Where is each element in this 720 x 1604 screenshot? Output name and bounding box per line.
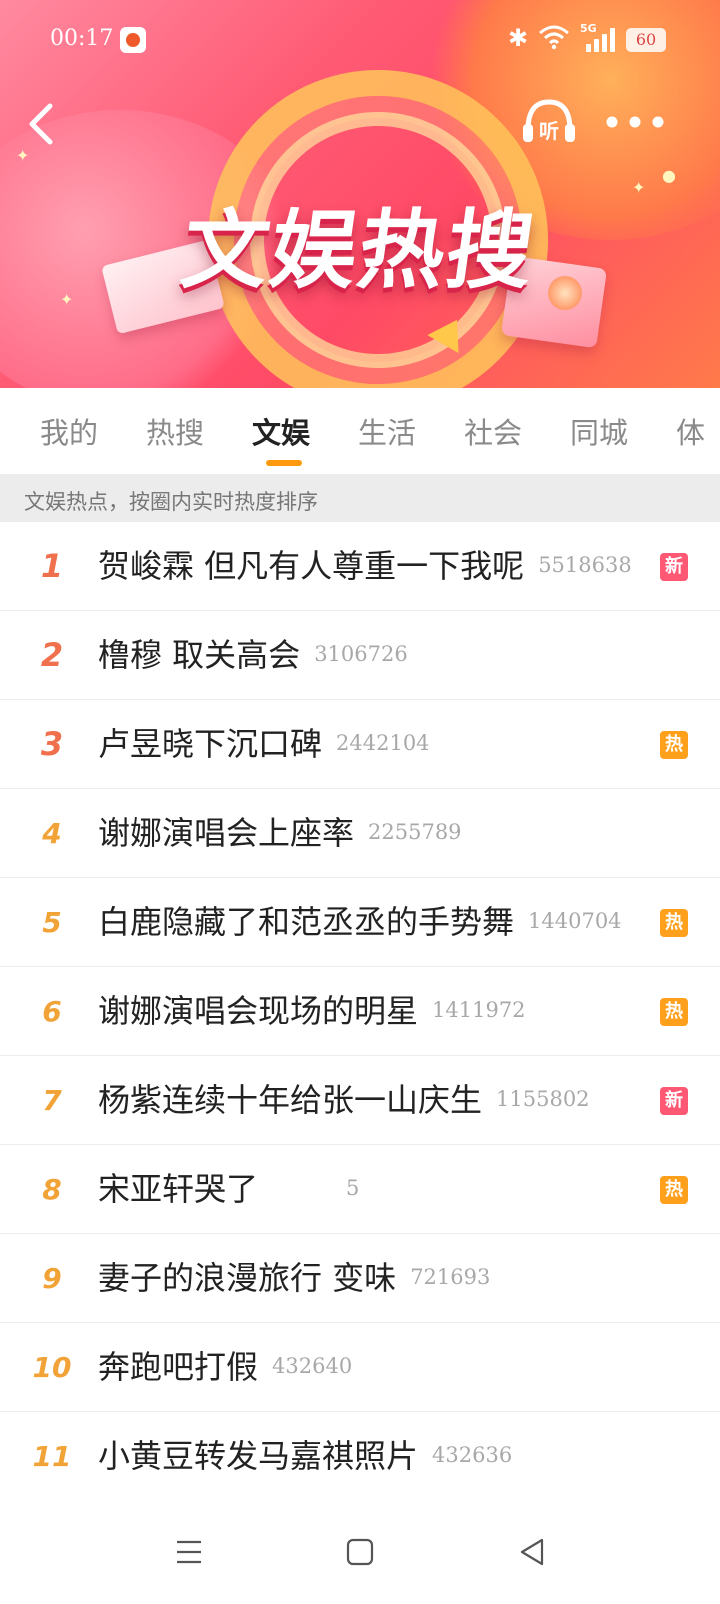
triangle-back-icon xyxy=(520,1538,544,1566)
item-title: 杨紫连续十年给张一山庆生 1155802 xyxy=(98,1056,590,1145)
tab-entertainment[interactable]: 文娱 xyxy=(252,410,310,452)
list-item[interactable]: 1 贺峻霖 但凡有人尊重一下我呢 5518638 新 xyxy=(0,522,720,611)
item-title: 贺峻霖 但凡有人尊重一下我呢 5518638 xyxy=(98,522,632,611)
menu-icon xyxy=(177,1540,201,1564)
signal-icon xyxy=(582,28,616,52)
rank-number: 11 xyxy=(32,1440,72,1473)
rank-number: 6 xyxy=(42,995,62,1028)
heat-count: 5 xyxy=(346,1176,360,1200)
battery-indicator: 60 xyxy=(626,28,666,52)
list-item[interactable]: 4 谢娜演唱会上座率 2255789 xyxy=(0,789,720,878)
section-hint: 文娱热点，按圈内实时热度排序 xyxy=(0,474,720,522)
square-home-icon xyxy=(346,1538,374,1566)
rank-number: 1 xyxy=(40,547,64,585)
sparkle-icon: ● xyxy=(662,166,676,185)
rank-number: 5 xyxy=(42,906,62,939)
item-title: 小黄豆转发马嘉祺照片 432636 xyxy=(98,1412,512,1501)
more-dots-icon xyxy=(606,116,664,128)
hot-badge: 热 xyxy=(660,909,688,937)
item-title: 谢娜演唱会现场的明星 1411972 xyxy=(98,967,526,1056)
sparkle-icon: ✦ xyxy=(632,178,646,197)
headphones-icon: 听 xyxy=(523,99,575,143)
item-title: 卢昱晓下沉口碑 2442104 xyxy=(98,700,430,789)
heat-count: 1411972 xyxy=(432,998,526,1022)
list-item[interactable]: 11 小黄豆转发马嘉祺照片 432636 xyxy=(0,1412,720,1501)
header-banner: ✦ ✦ ✦ ● 文娱热搜 00:17 ✱ 5G 60 听 xyxy=(0,0,720,388)
page-title: 文娱热搜 xyxy=(175,201,542,301)
rank-number: 3 xyxy=(40,725,64,763)
heat-count: 721693 xyxy=(410,1265,491,1289)
list-item[interactable]: 5 白鹿隐藏了和范丞丞的手势舞 1440704 热 xyxy=(0,878,720,967)
heat-count: 2442104 xyxy=(336,731,430,755)
rank-number: 9 xyxy=(42,1262,62,1295)
list-item[interactable]: 8 宋亚轩哭了 5 热 xyxy=(0,1145,720,1234)
more-button[interactable] xyxy=(600,108,670,136)
home-button[interactable] xyxy=(338,1530,382,1574)
item-title: 橹穆 取关高会 3106726 xyxy=(98,611,408,700)
system-back-button[interactable] xyxy=(510,1530,554,1574)
item-title: 宋亚轩哭了 5 xyxy=(98,1145,359,1234)
item-title: 白鹿隐藏了和范丞丞的手势舞 1440704 xyxy=(98,878,622,967)
app-notification-icon xyxy=(120,27,146,53)
heat-count: 432640 xyxy=(272,1354,353,1378)
tab-hot-search[interactable]: 热搜 xyxy=(146,410,204,452)
heat-count: 432636 xyxy=(432,1443,513,1467)
recent-apps-button[interactable] xyxy=(167,1530,211,1574)
list-item[interactable]: 3 卢昱晓下沉口碑 2442104 热 xyxy=(0,700,720,789)
tab-local[interactable]: 同城 xyxy=(570,410,628,452)
rank-number: 7 xyxy=(42,1084,62,1117)
rank-number: 8 xyxy=(42,1173,62,1206)
heat-count: 5518638 xyxy=(538,553,632,577)
list-item[interactable]: 6 谢娜演唱会现场的明星 1411972 热 xyxy=(0,967,720,1056)
sparkle-icon: ✦ xyxy=(16,146,30,165)
item-title: 谢娜演唱会上座率 2255789 xyxy=(98,789,462,878)
item-title: 奔跑吧打假 432640 xyxy=(98,1323,352,1412)
hot-badge: 热 xyxy=(660,1176,688,1204)
rank-number: 10 xyxy=(32,1351,72,1384)
listen-button[interactable]: 听 xyxy=(520,96,578,148)
wifi-icon xyxy=(538,24,570,56)
list-item[interactable]: 9 妻子的浪漫旅行 变味 721693 xyxy=(0,1234,720,1323)
back-button[interactable] xyxy=(20,98,64,150)
hint-text: 文娱热点，按圈内实时热度排序 xyxy=(24,490,318,514)
heat-count: 1155802 xyxy=(496,1087,590,1111)
sparkle-icon: ✦ xyxy=(60,290,74,309)
item-title: 妻子的浪漫旅行 变味 721693 xyxy=(98,1234,490,1323)
status-time: 00:17 xyxy=(50,26,114,51)
chevron-left-icon xyxy=(29,103,53,145)
hot-search-list: 1 贺峻霖 但凡有人尊重一下我呢 5518638 新 2 橹穆 取关高会 31067… xyxy=(0,522,720,1501)
category-tabs: 我的 热搜 文娱 生活 社会 同城 体 xyxy=(0,388,720,474)
hot-badge: 热 xyxy=(660,731,688,759)
hot-badge: 热 xyxy=(660,998,688,1026)
bluetooth-icon: ✱ xyxy=(508,24,529,52)
tab-life[interactable]: 生活 xyxy=(358,410,416,452)
rank-number: 4 xyxy=(42,817,62,850)
tab-sports[interactable]: 体 xyxy=(676,410,705,452)
system-navigation-bar xyxy=(0,1500,720,1604)
heat-count: 2255789 xyxy=(368,820,462,844)
heat-count: 3106726 xyxy=(314,642,408,666)
list-item[interactable]: 7 杨紫连续十年给张一山庆生 1155802 新 xyxy=(0,1056,720,1145)
rank-number: 2 xyxy=(40,636,64,674)
tab-mine[interactable]: 我的 xyxy=(40,410,98,452)
heat-count: 1440704 xyxy=(528,909,622,933)
new-badge: 新 xyxy=(660,1087,688,1115)
active-tab-indicator xyxy=(266,460,302,466)
status-bar: 00:17 ✱ 5G 60 xyxy=(0,22,720,58)
list-item[interactable]: 2 橹穆 取关高会 3106726 xyxy=(0,611,720,700)
listen-label: 听 xyxy=(539,119,559,143)
new-badge: 新 xyxy=(660,553,688,581)
list-item[interactable]: 10 奔跑吧打假 432640 xyxy=(0,1323,720,1412)
tab-society[interactable]: 社会 xyxy=(464,410,522,452)
